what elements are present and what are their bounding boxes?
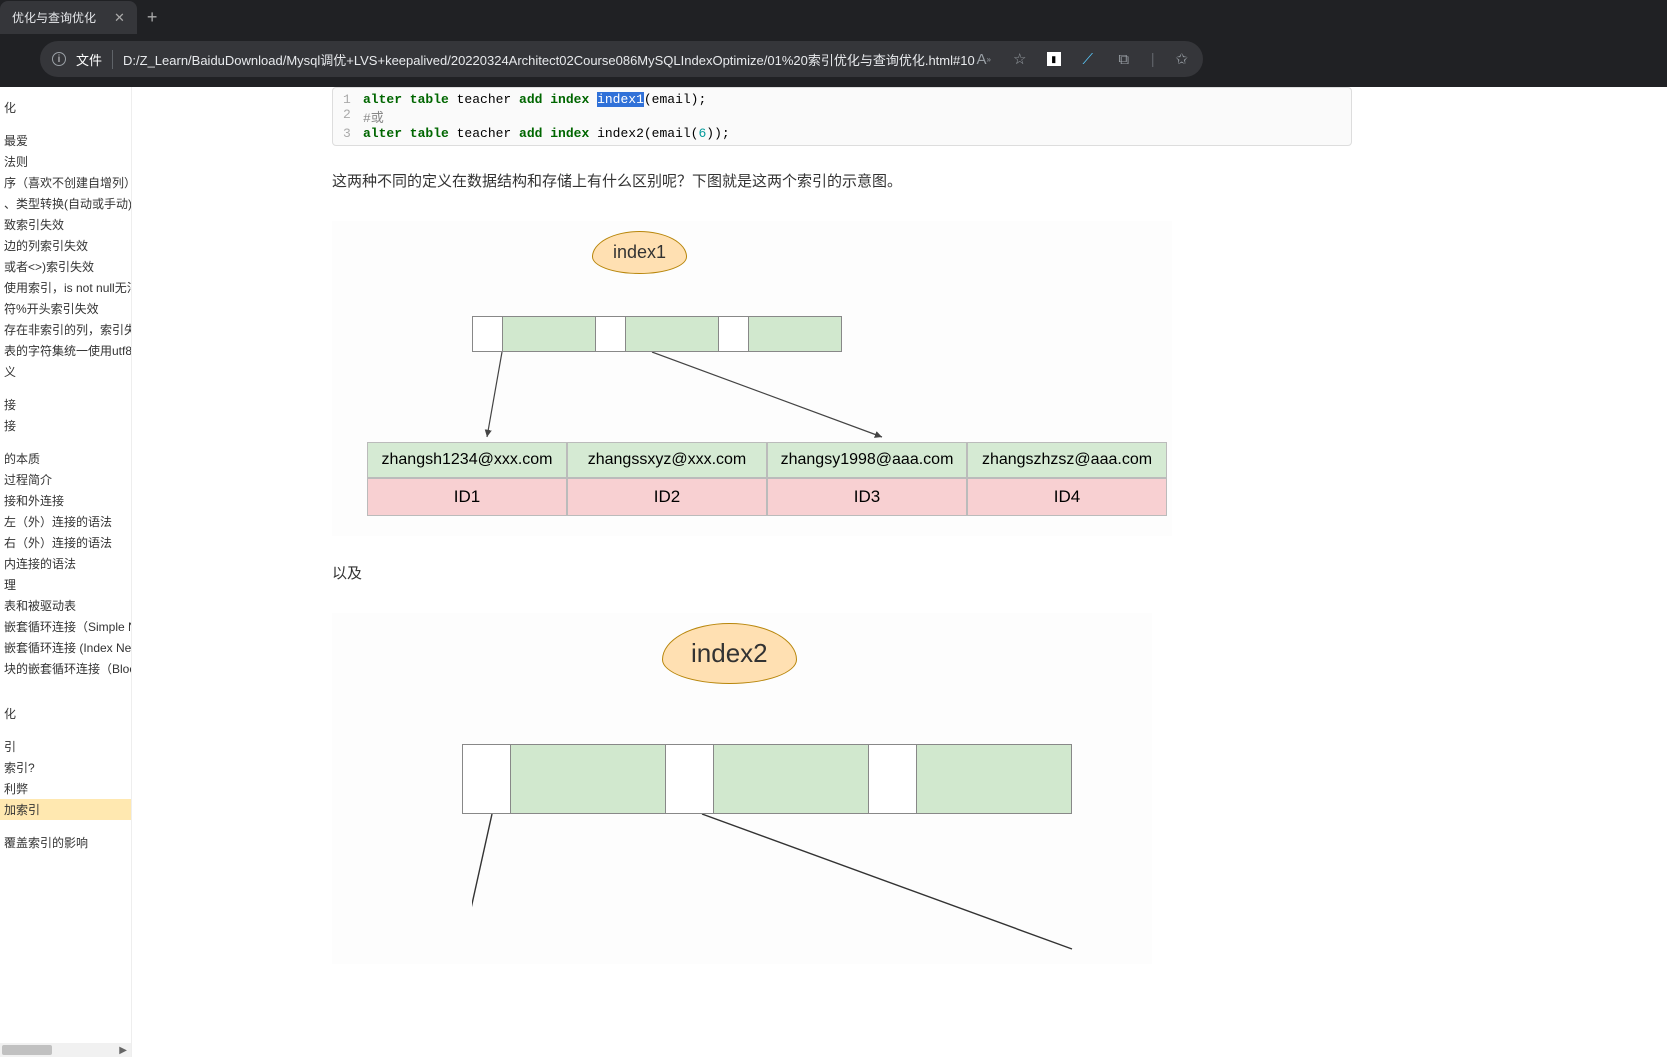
url-source-label: 文件 xyxy=(76,50,113,69)
sidebar-item[interactable]: 、类型转换(自动或手动)导致 xyxy=(0,193,131,214)
line-number: 3 xyxy=(343,126,363,141)
sidebar-item[interactable]: 符%开头索引失效 xyxy=(0,298,131,319)
sidebar-item[interactable]: 过程简介 xyxy=(0,469,131,490)
sidebar-item[interactable]: 的本质 xyxy=(0,448,131,469)
sidebar-item[interactable]: 加索引 xyxy=(0,799,131,820)
sidebar-item[interactable]: 存在非索引的列，索引失效 xyxy=(0,319,131,340)
index-page-blocks xyxy=(462,744,1072,814)
sidebar-item[interactable]: 最爱 xyxy=(0,130,131,151)
sidebar-item[interactable]: 嵌套循环连接（Simple Neste xyxy=(0,616,131,637)
sidebar-item[interactable]: 义 xyxy=(0,361,131,382)
new-tab-button[interactable]: + xyxy=(137,7,168,28)
scrollbar-thumb[interactable] xyxy=(2,1045,52,1055)
sidebar-item[interactable]: 或者<>)索引失效 xyxy=(0,256,131,277)
sidebar-item[interactable]: 左（外）连接的语法 xyxy=(0,511,131,532)
code-line: alter table teacher add index index1(ema… xyxy=(363,92,706,107)
table-cell: ID2 xyxy=(567,478,767,516)
sidebar-item[interactable]: 接 xyxy=(0,394,131,415)
line-number: 2 xyxy=(343,107,363,126)
sidebar-scrollbar[interactable]: ▶ xyxy=(0,1043,131,1057)
sidebar-toc: 化最爱法则序（喜欢不创建自增列）、类型转换(自动或手动)导致致索引失效边的列索引… xyxy=(0,87,132,1057)
browser-tab[interactable]: 优化与查询优化 ✕ xyxy=(0,1,137,34)
url-path: D:/Z_Learn/BaiduDownload/Mysql调优+LVS+kee… xyxy=(123,50,975,69)
sidebar-item[interactable]: 接和外连接 xyxy=(0,490,131,511)
tab-bar: 优化与查询优化 ✕ + xyxy=(0,0,1667,35)
sidebar-item[interactable]: 嵌套循环连接 (Index Nested xyxy=(0,637,131,658)
sidebar-item[interactable]: 化 xyxy=(0,97,131,118)
sidebar-item[interactable]: 利弊 xyxy=(0,778,131,799)
selected-text: index1 xyxy=(597,92,644,107)
extensions-icon[interactable]: ⧉ xyxy=(1115,50,1133,68)
cloud-label: index2 xyxy=(662,623,797,684)
favorites-bar-icon[interactable]: ✩ xyxy=(1173,50,1191,68)
paragraph: 以及 xyxy=(332,562,1647,583)
browser-chrome: 优化与查询优化 ✕ + i 文件 D:/Z_Learn/BaiduDownloa… xyxy=(0,0,1667,87)
table-cell: ID3 xyxy=(767,478,967,516)
scroll-right-icon[interactable]: ▶ xyxy=(119,1045,127,1056)
table-header-cell: zhangsh1234@xxx.com xyxy=(367,442,567,478)
sidebar-item[interactable]: 右（外）连接的语法 xyxy=(0,532,131,553)
sidebar-item[interactable]: 表和被驱动表 xyxy=(0,595,131,616)
code-line: alter table teacher add index index2(ema… xyxy=(363,126,730,141)
sidebar-item[interactable]: 覆盖索引的影响 xyxy=(0,832,131,853)
table-header-cell: zhangsy1998@aaa.com xyxy=(767,442,967,478)
table-header-cell: zhangszhzsz@aaa.com xyxy=(967,442,1167,478)
sidebar-item[interactable]: 化 xyxy=(0,703,131,724)
sidebar-item[interactable]: 内连接的语法 xyxy=(0,553,131,574)
cloud-label: index1 xyxy=(592,231,687,274)
info-icon[interactable]: i xyxy=(52,52,66,66)
sidebar-item[interactable]: 表的字符集统一使用utf8mb4 xyxy=(0,340,131,361)
sidebar-item[interactable]: 法则 xyxy=(0,151,131,172)
data-table: zhangsh1234@xxx.comzhangssxyz@xxx.comzha… xyxy=(367,442,1167,516)
table-header-cell: zhangssxyz@xxx.com xyxy=(567,442,767,478)
sidebar-item[interactable]: 块的嵌套循环连接（Block Ne xyxy=(0,658,131,679)
sidebar-item[interactable]: 使用索引，is not null无法使 xyxy=(0,277,131,298)
paragraph: 这两种不同的定义在数据结构和存储上有什么区别呢？下图就是这两个索引的示意图。 xyxy=(332,170,1647,191)
diagram-index2: index2 xyxy=(332,613,1152,964)
url-actions: A» ☆ ▮ ⟋ ⧉ | ✩ xyxy=(975,50,1191,68)
index-page-blocks xyxy=(472,316,842,352)
tab-title: 优化与查询优化 xyxy=(12,9,96,26)
line-number: 1 xyxy=(343,92,363,107)
diagram-index1: index1 zhangsh1234@x xyxy=(332,221,1172,536)
sidebar-item[interactable]: 接 xyxy=(0,415,131,436)
sidebar-item[interactable]: 索引? xyxy=(0,757,131,778)
close-icon[interactable]: ✕ xyxy=(114,10,125,26)
read-aloud-icon[interactable]: A» xyxy=(975,50,993,68)
sidebar-item[interactable]: 引 xyxy=(0,736,131,757)
performance-icon[interactable]: ⟋ xyxy=(1079,50,1097,68)
code-line: #或 xyxy=(363,107,384,126)
favorite-icon[interactable]: ☆ xyxy=(1011,50,1029,68)
collections-icon[interactable]: ▮ xyxy=(1047,52,1061,66)
sidebar-item[interactable]: 理 xyxy=(0,574,131,595)
main-content: 1 alter table teacher add index index1(e… xyxy=(132,87,1667,1057)
url-bar[interactable]: i 文件 D:/Z_Learn/BaiduDownload/Mysql调优+LV… xyxy=(40,41,1203,77)
code-block: 1 alter table teacher add index index1(e… xyxy=(332,87,1352,146)
sidebar-item[interactable]: 边的列索引失效 xyxy=(0,235,131,256)
table-cell: ID1 xyxy=(367,478,567,516)
arrow-lines xyxy=(472,814,1172,954)
table-cell: ID4 xyxy=(967,478,1167,516)
sidebar-item[interactable]: 致索引失效 xyxy=(0,214,131,235)
sidebar-item[interactable]: 序（喜欢不创建自增列） xyxy=(0,172,131,193)
arrow-lines xyxy=(482,352,1082,447)
